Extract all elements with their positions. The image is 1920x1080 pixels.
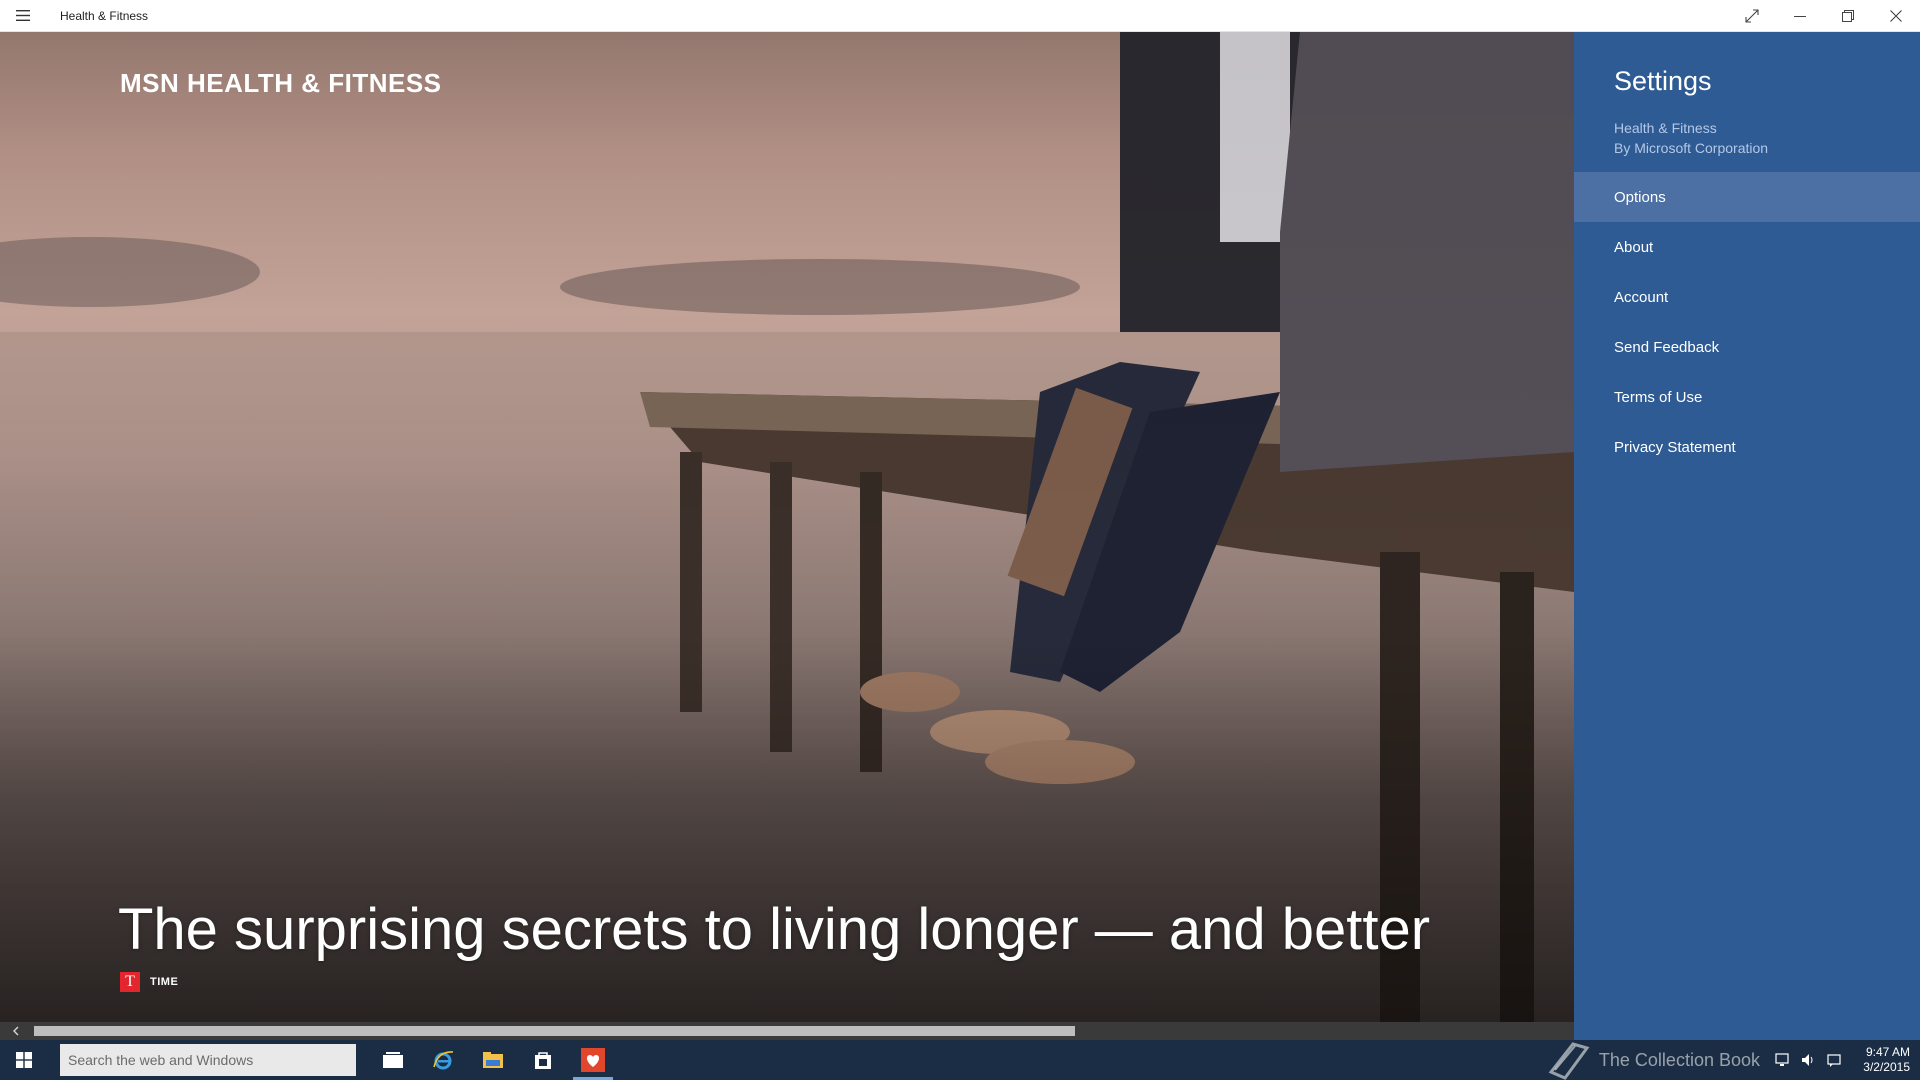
watermark: The Collection Book bbox=[1543, 1040, 1760, 1080]
horizontal-scrollbar[interactable] bbox=[0, 1022, 1574, 1040]
section-brand[interactable]: MSN HEALTH & FITNESS bbox=[120, 68, 442, 99]
settings-menu: Options About Account Send Feedback Term… bbox=[1574, 172, 1920, 472]
network-icon[interactable] bbox=[1774, 1052, 1790, 1068]
volume-icon[interactable] bbox=[1800, 1052, 1816, 1068]
file-explorer-button[interactable] bbox=[468, 1040, 518, 1080]
title-bar: Health & Fitness bbox=[0, 0, 1920, 32]
settings-app-name: Health & Fitness bbox=[1614, 120, 1717, 136]
hero-gradient-overlay bbox=[0, 32, 1574, 1034]
taskbar-search-box[interactable]: Search the web and Windows bbox=[60, 1044, 356, 1076]
restore-button[interactable] bbox=[1824, 0, 1872, 32]
hamburger-menu-button[interactable] bbox=[0, 0, 46, 32]
fullscreen-button[interactable] bbox=[1728, 0, 1776, 32]
settings-title: Settings bbox=[1614, 66, 1712, 96]
minimize-icon bbox=[1794, 15, 1806, 17]
book-icon bbox=[1548, 1042, 1590, 1080]
settings-item-about[interactable]: About bbox=[1574, 222, 1920, 272]
internet-explorer-button[interactable] bbox=[418, 1040, 468, 1080]
internet-explorer-icon bbox=[433, 1051, 454, 1070]
settings-publisher: By Microsoft Corporation bbox=[1614, 140, 1769, 156]
close-icon bbox=[1890, 9, 1902, 22]
window-title: Health & Fitness bbox=[60, 8, 149, 23]
windows-logo-icon bbox=[16, 1052, 32, 1068]
file-explorer-icon bbox=[483, 1052, 503, 1068]
settings-item-send-feedback[interactable]: Send Feedback bbox=[1574, 322, 1920, 372]
search-placeholder: Search the web and Windows bbox=[68, 1052, 254, 1068]
scroll-left-button[interactable] bbox=[0, 1022, 32, 1040]
store-icon bbox=[535, 1052, 551, 1069]
hamburger-icon bbox=[16, 10, 30, 21]
settings-item-account[interactable]: Account bbox=[1574, 272, 1920, 322]
settings-pane: Settings Health & Fitness By Microsoft C… bbox=[1574, 32, 1920, 1040]
action-center-icon[interactable] bbox=[1826, 1052, 1842, 1068]
taskbar: Search the web and Windows The Collectio… bbox=[0, 1040, 1920, 1080]
system-clock[interactable]: 9:47 AM 3/2/2015 bbox=[1856, 1045, 1910, 1075]
chevron-left-icon bbox=[13, 1026, 19, 1036]
clock-time: 9:47 AM bbox=[1865, 1045, 1910, 1059]
settings-item-terms-of-use[interactable]: Terms of Use bbox=[1574, 372, 1920, 422]
watermark-text: The Collection Book bbox=[1598, 1049, 1760, 1070]
article-source: T TIME bbox=[120, 972, 178, 992]
settings-app-info: Health & Fitness By Microsoft Corporatio… bbox=[1614, 118, 1768, 158]
start-button[interactable] bbox=[0, 1040, 48, 1080]
store-button[interactable] bbox=[518, 1040, 568, 1080]
source-name: TIME bbox=[150, 976, 179, 988]
restore-icon bbox=[1842, 9, 1854, 22]
scroll-thumb[interactable] bbox=[34, 1026, 1075, 1036]
clock-date: 3/2/2015 bbox=[1863, 1060, 1910, 1074]
minimize-button[interactable] bbox=[1776, 0, 1824, 32]
health-fitness-icon bbox=[581, 1048, 605, 1072]
task-view-icon bbox=[383, 1052, 403, 1068]
settings-item-privacy-statement[interactable]: Privacy Statement bbox=[1574, 422, 1920, 472]
article-headline[interactable]: The surprising secrets to living longer … bbox=[118, 896, 1430, 963]
time-logo-icon: T bbox=[120, 972, 140, 992]
fullscreen-icon bbox=[1745, 8, 1759, 23]
close-button[interactable] bbox=[1872, 0, 1920, 32]
settings-item-options[interactable]: Options bbox=[1574, 172, 1920, 222]
health-fitness-taskbar-button[interactable] bbox=[568, 1040, 618, 1080]
task-view-button[interactable] bbox=[368, 1040, 418, 1080]
hero-article[interactable]: MSN HEALTH & FITNESS The surprising secr… bbox=[0, 32, 1574, 1034]
